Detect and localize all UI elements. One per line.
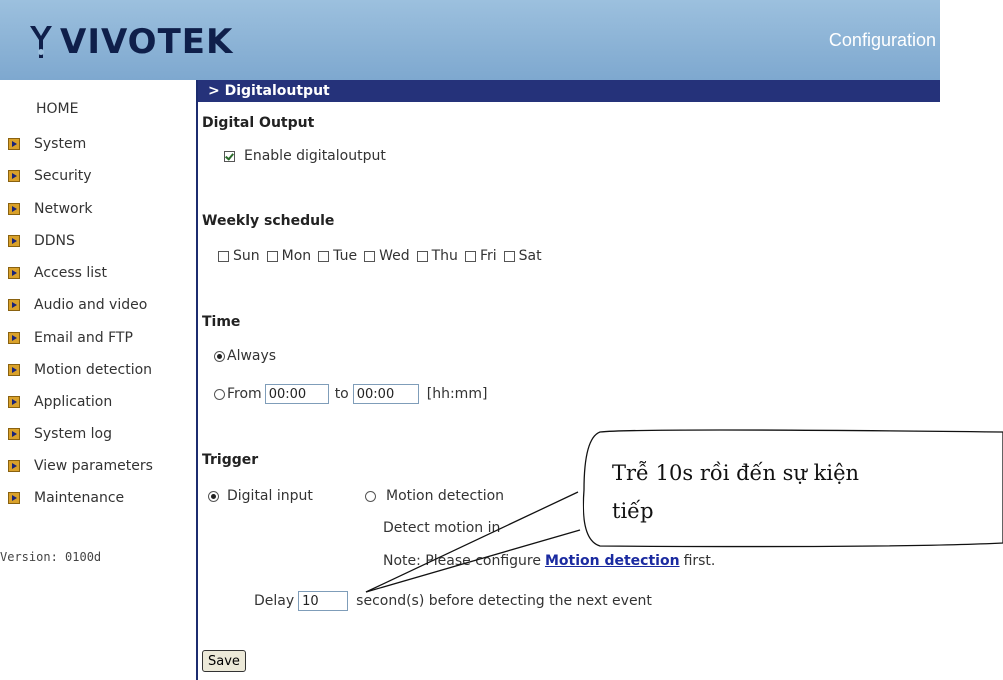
digital-input-radio[interactable] — [208, 490, 219, 502]
day-label: Sat — [518, 248, 542, 264]
sidebar-item-label: Application — [34, 394, 113, 410]
from-label: From — [227, 386, 262, 402]
sidebar-item-access-list[interactable]: Access list — [8, 263, 107, 283]
to-time-input[interactable]: 00:00 — [352, 384, 419, 404]
always-row: Always — [214, 348, 276, 364]
day-label: Sun — [233, 248, 260, 264]
motion-detection-radio[interactable] — [365, 490, 376, 502]
sidebar-item-application[interactable]: Application — [8, 392, 112, 412]
delay-input[interactable]: 10 — [298, 591, 349, 611]
arrow-icon — [8, 460, 20, 472]
to-label: to — [334, 386, 349, 402]
arrow-icon — [8, 267, 20, 279]
config-title: Configuration — [828, 30, 936, 50]
always-radio[interactable] — [214, 350, 225, 362]
arrow-icon — [8, 492, 20, 504]
detect-motion-label: Detect motion in — [383, 520, 501, 536]
sidebar-item-audio-video[interactable]: Audio and video — [8, 295, 147, 315]
header-banner: VIVOTEK Configuration — [0, 0, 940, 80]
trigger-heading: Trigger — [202, 452, 259, 468]
version-text: Version: 0100d — [0, 550, 102, 564]
sidebar-item-home[interactable]: HOME — [36, 101, 78, 117]
day-checkbox-mon[interactable] — [266, 250, 278, 262]
sidebar-item-email-ftp[interactable]: Email and FTP — [8, 328, 133, 348]
sidebar-item-label: System — [34, 136, 87, 152]
logo-y-icon — [30, 26, 52, 58]
detect-motion-text: Detect motion in — [383, 520, 500, 536]
enable-digitaloutput-row: Enable digitaloutput — [224, 148, 386, 164]
sidebar-item-label: Audio and video — [34, 297, 148, 313]
arrow-icon — [8, 332, 20, 344]
day-checkbox-sat[interactable] — [503, 250, 515, 262]
arrow-icon — [8, 170, 20, 182]
sidebar-item-system[interactable]: System — [8, 134, 86, 154]
enable-digitaloutput-label: Enable digitaloutput — [244, 148, 386, 164]
day-label: Tue — [333, 248, 358, 264]
arrow-icon — [8, 364, 20, 376]
note-suffix: first. — [683, 553, 716, 569]
from-radio[interactable] — [214, 388, 225, 400]
sidebar-divider — [196, 80, 198, 680]
sidebar-item-label: DDNS — [34, 233, 75, 249]
callout-gap — [579, 490, 584, 532]
day-checkbox-wed[interactable] — [364, 250, 376, 262]
callout-pointer-upper — [365, 491, 579, 593]
day-label: Fri — [479, 248, 497, 264]
day-label: Thu — [431, 248, 458, 264]
brand-name: VIVOTEK — [60, 22, 234, 62]
note-prefix: Note: Please configure — [383, 553, 541, 569]
arrow-icon — [8, 299, 20, 311]
sidebar-item-system-log[interactable]: System log — [8, 424, 112, 444]
sidebar-item-ddns[interactable]: DDNS — [8, 231, 75, 251]
weekly-schedule-days: Sun Mon Tue Wed Thu Fri Sat — [218, 248, 549, 264]
arrow-icon — [8, 428, 20, 440]
sidebar: HOME System Security Network DDNS Access… — [0, 80, 196, 680]
digital-output-heading: Digital Output — [202, 115, 315, 131]
save-button[interactable]: Save — [202, 650, 246, 672]
arrow-icon — [8, 235, 20, 247]
sidebar-item-label: Motion detection — [34, 362, 153, 378]
day-checkbox-tue[interactable] — [318, 250, 330, 262]
callout-line-2: tiếp — [612, 499, 654, 523]
day-checkbox-sun[interactable] — [218, 250, 229, 262]
sidebar-item-motion-detection[interactable]: Motion detection — [8, 360, 152, 380]
sidebar-item-label: Access list — [34, 265, 107, 281]
sidebar-item-label: Maintenance — [34, 490, 125, 506]
sidebar-item-label: View parameters — [34, 458, 153, 474]
enable-digitaloutput-checkbox[interactable] — [224, 150, 235, 162]
digital-input-label: Digital input — [227, 488, 313, 504]
time-heading: Time — [202, 314, 241, 330]
callout-text: Trễ 10s rồi đến sự kiện tiếp — [612, 454, 952, 530]
page-title-bar: > Digitaloutput — [198, 80, 940, 102]
callout-line-1: Trễ 10s rồi đến sự kiện — [612, 461, 860, 485]
sidebar-item-network[interactable]: Network — [8, 199, 92, 219]
always-label: Always — [227, 348, 277, 364]
from-row: From 00:00 to 00:00 [hh:mm] — [214, 384, 487, 404]
sidebar-item-label: Network — [34, 201, 93, 217]
day-label: Wed — [379, 248, 410, 264]
day-label: Mon — [281, 248, 312, 264]
vivotek-logo: VIVOTEK — [28, 22, 233, 62]
delay-suffix: second(s) before detecting the next even… — [356, 593, 652, 609]
arrow-icon — [8, 203, 20, 215]
sidebar-item-label: Security — [34, 168, 92, 184]
weekly-schedule-heading: Weekly schedule — [202, 213, 335, 229]
note-row: Note: Please configure Motion detection … — [383, 553, 715, 569]
sidebar-item-security[interactable]: Security — [8, 166, 92, 186]
from-time-input[interactable]: 00:00 — [264, 384, 329, 404]
sidebar-item-label: Email and FTP — [34, 330, 133, 346]
motion-detection-link[interactable]: Motion detection — [545, 553, 680, 569]
time-format-hint: [hh:mm] — [426, 386, 488, 402]
sidebar-item-maintenance[interactable]: Maintenance — [8, 488, 124, 508]
arrow-icon — [8, 396, 20, 408]
trigger-row: Digital input Motion detection — [208, 488, 504, 504]
motion-detection-label: Motion detection — [386, 488, 505, 504]
sidebar-item-view-parameters[interactable]: View parameters — [8, 456, 153, 476]
day-checkbox-fri[interactable] — [464, 250, 476, 262]
arrow-icon — [8, 138, 20, 150]
sidebar-item-label: System log — [34, 426, 112, 442]
day-checkbox-thu[interactable] — [416, 250, 428, 262]
delay-row: Delay 10 second(s) before detecting the … — [254, 591, 652, 611]
delay-label: Delay — [254, 593, 295, 609]
